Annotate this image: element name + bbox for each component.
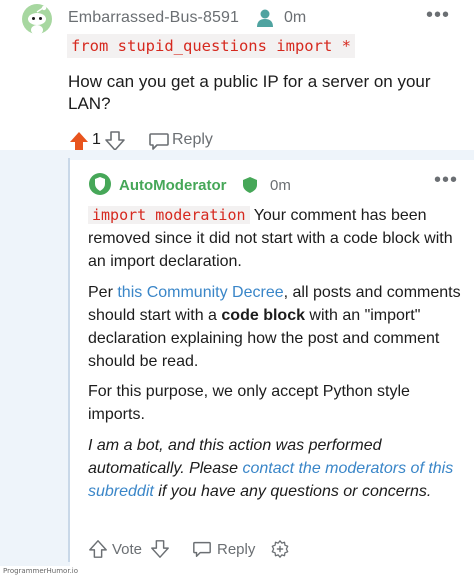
comment-age: 0m: [284, 9, 307, 26]
inline-code: import moderation: [88, 206, 250, 224]
bold-text: code block: [221, 307, 305, 324]
comment-paragraph: Per this Community Decree, all posts and…: [88, 281, 462, 373]
more-options-icon[interactable]: •••: [426, 4, 450, 27]
downvote-icon[interactable]: [150, 539, 170, 564]
comment-paragraph: I am a bot, and this action was performe…: [88, 434, 462, 503]
reply-icon[interactable]: [192, 539, 212, 564]
comment-age: 0m: [270, 177, 291, 194]
user-icon: [256, 8, 274, 33]
watermark: ProgrammerHumor.io: [0, 566, 82, 576]
comment-paragraph: For this purpose, we only accept Python …: [88, 383, 410, 423]
moderator-username[interactable]: AutoModerator: [119, 177, 227, 194]
paragraph-text: Per: [88, 284, 118, 301]
reply-button[interactable]: Reply: [172, 131, 213, 149]
code-block: from stupid_questions import *: [67, 34, 355, 58]
comment-body: How can you get a public IP for a server…: [68, 72, 431, 113]
award-icon[interactable]: [270, 539, 290, 564]
moderator-shield-icon: [88, 172, 112, 201]
username[interactable]: Embarrassed-Bus-8591: [68, 9, 239, 27]
snoo-avatar-icon: [22, 4, 52, 35]
vote-label: Vote: [112, 541, 143, 558]
mod-badge-icon: [242, 176, 258, 199]
avatar[interactable]: [22, 4, 52, 35]
comment-paragraph: import moderation Your comment has been …: [88, 204, 462, 273]
vote-count: 1: [92, 131, 101, 148]
reply-button[interactable]: Reply: [217, 541, 255, 558]
community-decree-link[interactable]: this Community Decree: [117, 284, 283, 301]
paragraph-text: if you have any questions or concerns.: [153, 483, 432, 500]
upvote-icon[interactable]: [88, 539, 108, 564]
more-options-icon[interactable]: •••: [434, 169, 458, 192]
